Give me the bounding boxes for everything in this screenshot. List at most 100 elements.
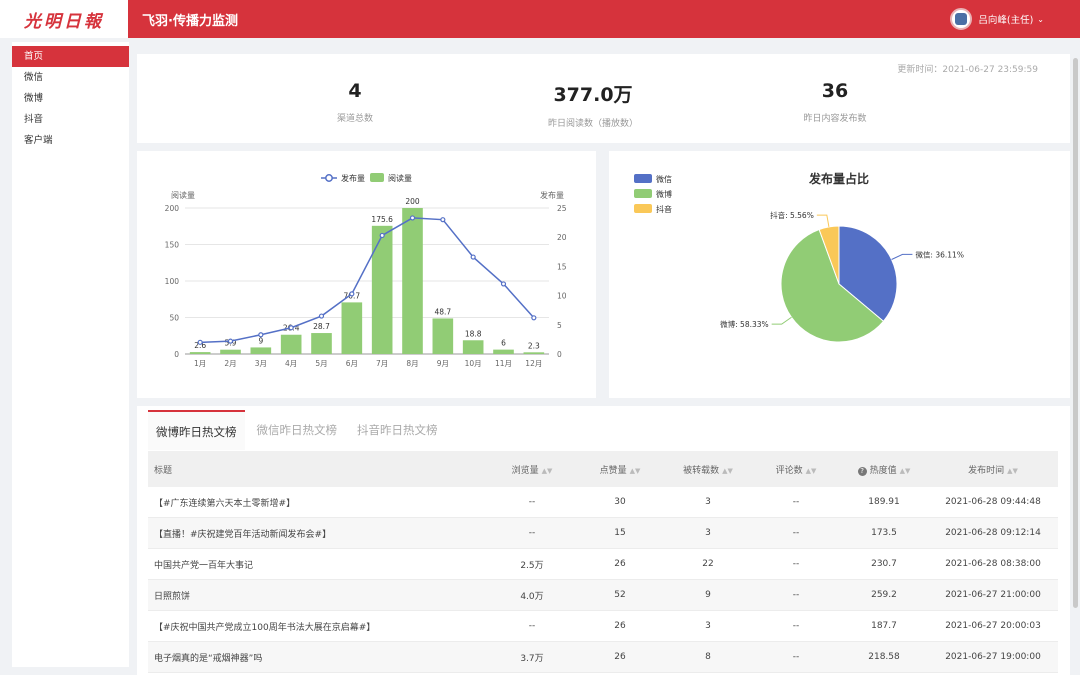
line-point[interactable]	[197, 339, 203, 345]
row-title[interactable]: 中国共产党一百年大事记	[148, 558, 488, 571]
page-scrollbar[interactable]	[1073, 58, 1078, 608]
table-cell: 30	[614, 497, 626, 507]
legend-label-weibo: 微博	[656, 189, 672, 199]
bar[interactable]	[189, 352, 211, 354]
line-point[interactable]	[288, 325, 294, 331]
table-row[interactable]: 【直播！#庆祝建党百年活动新闻发布会#】 -- 15 3 -- 173.5 2021-06-…	[148, 518, 1058, 549]
col-likes[interactable]: 点赞量 ▲▼	[576, 463, 664, 476]
line-point[interactable]	[349, 291, 355, 297]
avatar[interactable]	[950, 8, 973, 30]
table-cell: 173.5	[871, 528, 897, 538]
sidebar-item-home[interactable]: 首页	[12, 46, 129, 67]
sort-icon[interactable]: ▲▼	[1007, 467, 1018, 475]
row-title[interactable]: 电子烟真的是“戒烟神器”吗	[148, 651, 488, 664]
line-point[interactable]	[258, 332, 264, 338]
sidebar-item-douyin[interactable]: 抖音	[12, 109, 129, 130]
row-title[interactable]: 【直播！#庆祝建党百年活动新闻发布会#】	[148, 527, 488, 540]
line-point[interactable]	[500, 281, 507, 287]
tab-weibo-hot[interactable]: 微博昨日热文榜	[148, 410, 245, 450]
stat-value: 377.0万	[553, 84, 633, 106]
table-row[interactable]: 日照煎饼 4.0万 52 9 -- 259.2 2021-06-27 21:00:00	[148, 580, 1058, 611]
line-point[interactable]	[227, 338, 234, 344]
sort-icon[interactable]: ▲▼	[900, 467, 911, 475]
table-row[interactable]: 电子烟真的是“戒烟神器”吗 3.7万 26 8 -- 218.58 2021-06-27 1…	[148, 642, 1058, 673]
sort-icon[interactable]: ▲▼	[630, 467, 641, 475]
pie-title: 发布量占比	[808, 171, 869, 186]
table-cell: --	[792, 528, 800, 538]
line-point[interactable]	[379, 232, 385, 239]
row-title[interactable]: 【#庆祝中国共产党成立100周年书法大展在京启幕#】	[148, 620, 488, 633]
user-menu[interactable]: 吕向峰(主任) ⌄	[950, 8, 1044, 30]
stats-card: 更新时间：2021-06-27 23:59:59 4 渠道总数 377.0万 昨…	[137, 54, 1070, 143]
col-comments[interactable]: 评论数 ▲▼	[752, 463, 840, 476]
col-comments-label: 评论数	[775, 465, 803, 476]
x-tick: 10月	[465, 359, 482, 368]
bar[interactable]	[462, 340, 484, 354]
line-point[interactable]	[470, 254, 476, 260]
table-cell: 2021-06-27 19:00:00	[945, 652, 1041, 662]
line-point[interactable]	[531, 315, 537, 321]
sidebar-item-client[interactable]: 客户端	[12, 130, 129, 151]
stat-label: 昨日内容发布数	[803, 114, 867, 124]
sort-icon[interactable]: ▲▼	[542, 467, 553, 475]
legend-label-douyin: 抖音	[656, 204, 672, 214]
pie-leader-line	[816, 214, 830, 227]
bar[interactable]	[493, 349, 514, 354]
stat-label: 昨日阅读数（播放数）	[547, 119, 638, 129]
col-reposts[interactable]: 被转载数 ▲▼	[664, 463, 752, 476]
stat-value: 4	[348, 80, 362, 102]
bar[interactable]	[311, 333, 332, 354]
table-cell: 9	[705, 590, 711, 600]
table-cell: 26	[614, 652, 626, 662]
line-point[interactable]	[409, 215, 416, 221]
y-tick-left: 200	[165, 204, 180, 213]
y-tick-left: 150	[165, 241, 180, 250]
logo[interactable]: 光明日報	[0, 0, 128, 38]
col-publish-time[interactable]: 发布时间 ▲▼	[928, 463, 1058, 476]
tab-wechat-hot[interactable]: 微信昨日热文榜	[249, 410, 346, 450]
y-axis-title-right: 发布量	[540, 190, 564, 200]
table-row[interactable]: 【#庆祝中国共产党成立100周年书法大展在京启幕#】 -- 26 3 -- 187.7 20…	[148, 611, 1058, 642]
tab-douyin-hot[interactable]: 抖音昨日热文榜	[349, 410, 446, 450]
line-point[interactable]	[318, 313, 325, 319]
stat-reads: 377.0万 昨日阅读数（播放数）	[493, 80, 693, 129]
bar[interactable]	[432, 318, 454, 354]
table-row[interactable]: 中国共产党一百年大事记 2.5万 26 22 -- 230.7 2021-06-28 08:…	[148, 549, 1058, 580]
line-point[interactable]	[440, 217, 446, 223]
bar[interactable]	[220, 349, 241, 354]
table-cell: 2021-06-28 09:12:14	[945, 528, 1041, 538]
sidebar-item-weibo[interactable]: 微博	[12, 88, 129, 109]
x-tick: 5月	[315, 359, 327, 368]
table-cell: 2.5万	[520, 560, 544, 571]
table-row[interactable]: 【#广东连续第六天本土零新增#】 -- 30 3 -- 189.91 2021-06-28 …	[148, 487, 1058, 518]
table-cell: 3	[705, 621, 711, 631]
sort-icon[interactable]: ▲▼	[722, 467, 733, 475]
bar[interactable]	[523, 352, 545, 354]
help-icon[interactable]: ?	[857, 466, 867, 476]
table-cell: 22	[702, 559, 714, 569]
col-views[interactable]: 浏览量 ▲▼	[488, 463, 576, 476]
x-tick: 9月	[437, 359, 449, 368]
share-chart-card: 微信 微博 抖音 发布量占比 微信: 36.11% 微博: 58.33% 抖音: 5…	[609, 151, 1070, 398]
legend-weibo-icon[interactable]	[634, 189, 652, 198]
sidebar-item-wechat[interactable]: 微信	[12, 67, 129, 88]
sidebar: 首页 微信 微博 抖音 客户端	[12, 42, 129, 667]
sort-icon[interactable]: ▲▼	[806, 467, 817, 475]
table-cell: 187.7	[871, 621, 897, 631]
table-cell: 26	[614, 621, 626, 631]
row-title[interactable]: 日照煎饼	[148, 589, 488, 602]
table-cell: 230.7	[871, 559, 897, 569]
bar[interactable]	[402, 208, 423, 354]
bar[interactable]	[250, 347, 272, 354]
bar[interactable]	[280, 334, 302, 354]
col-heat[interactable]: ? 热度值 ▲▼	[840, 463, 928, 476]
legend-douyin-icon[interactable]	[634, 204, 652, 213]
series-line	[200, 217, 535, 344]
bar[interactable]	[341, 302, 363, 354]
y-tick-right: 15	[557, 262, 567, 271]
bar[interactable]	[371, 225, 393, 354]
legend-wechat-icon[interactable]	[634, 174, 652, 183]
user-icon	[955, 13, 968, 25]
hot-articles-table: 标题 浏览量 ▲▼ 点赞量 ▲▼ 被转载数 ▲▼ 评论数 ▲▼ ? 热度值 ▲▼ 发布时间 ▲…	[148, 451, 1058, 673]
row-title[interactable]: 【#广东连续第六天本土零新增#】	[148, 496, 488, 509]
